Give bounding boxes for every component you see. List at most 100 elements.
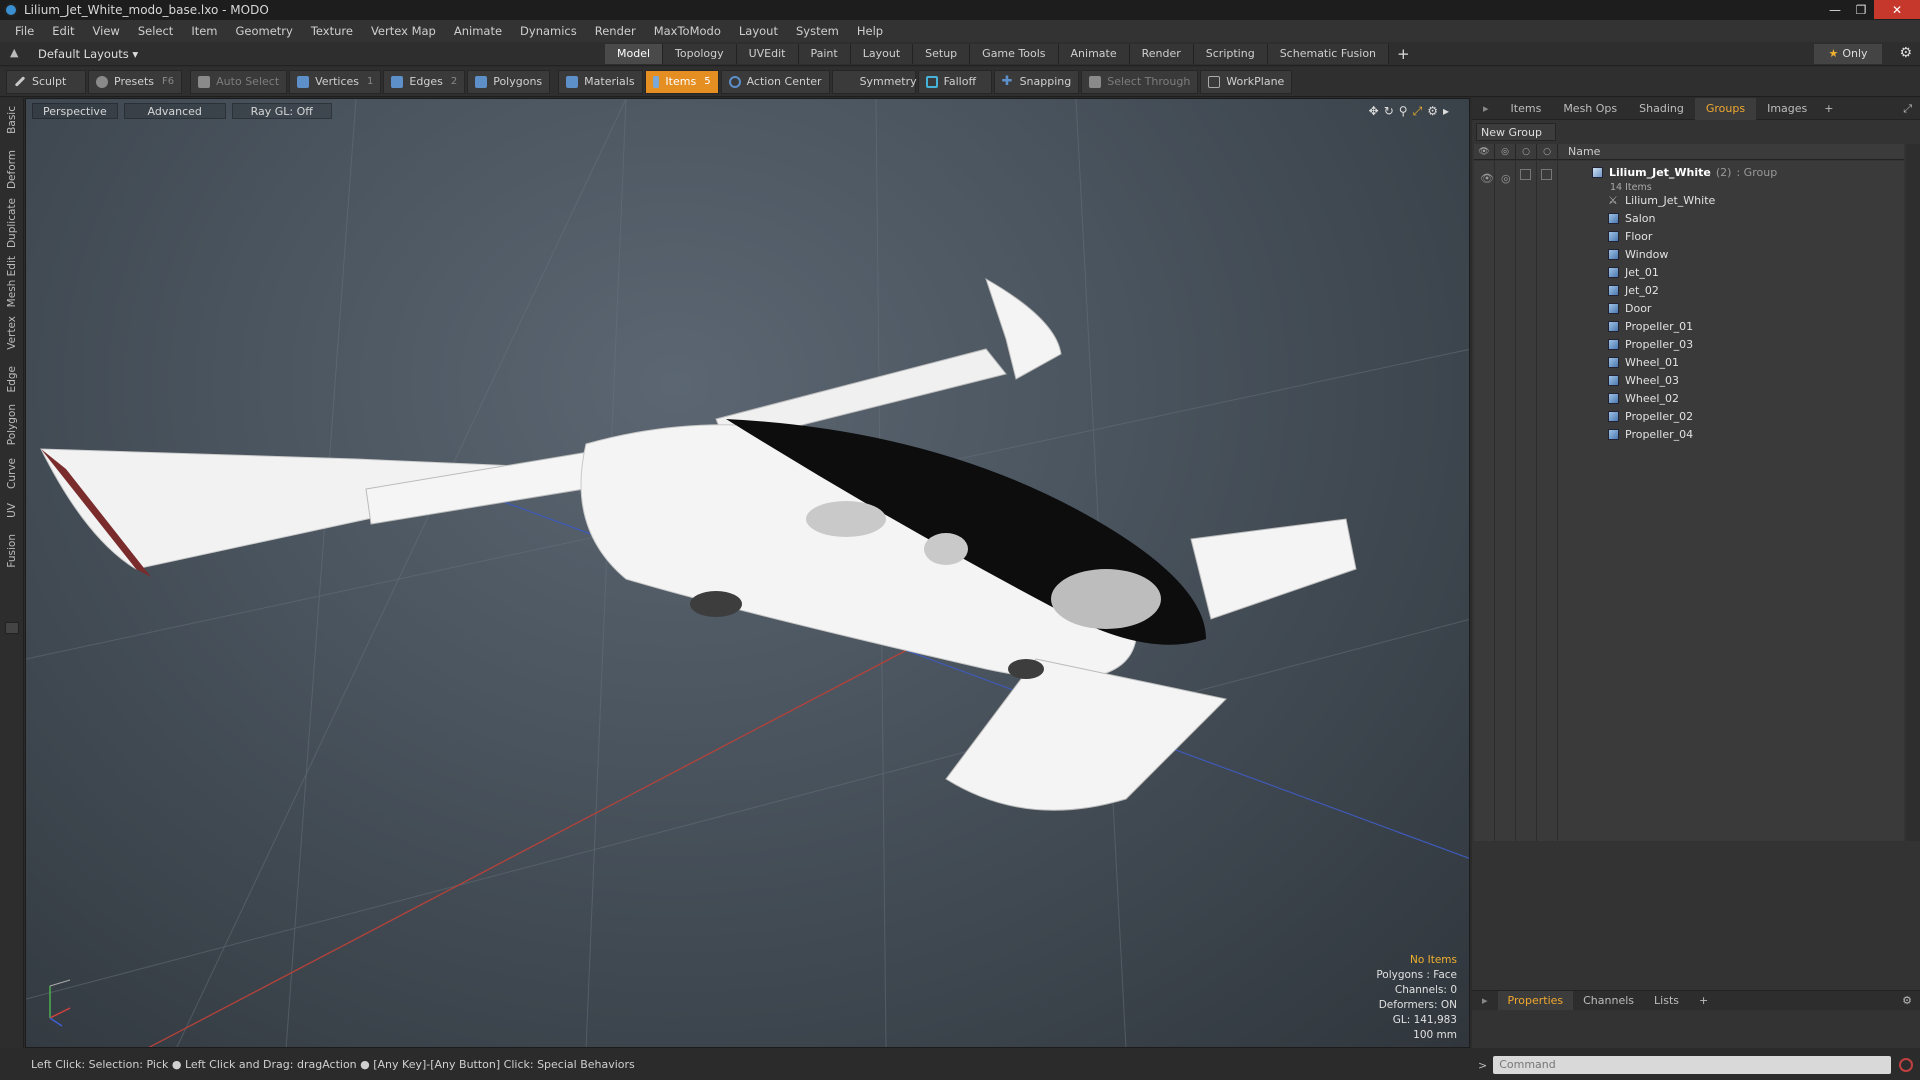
properties-settings-icon[interactable]: ⚙ <box>1902 994 1912 1007</box>
raygl-button[interactable]: Ray GL: Off <box>231 103 332 119</box>
tab-uv[interactable]: UV <box>6 503 18 518</box>
select-col-icon[interactable]: ○ <box>1537 143 1558 160</box>
select-through-button[interactable]: Select Through <box>1081 69 1199 94</box>
group-item-row[interactable]: Wheel_02 <box>1474 389 1904 407</box>
group-item-row[interactable]: Floor <box>1474 227 1904 245</box>
shading-mode-button[interactable]: Advanced <box>123 103 226 119</box>
edges-button[interactable]: Edges 2 <box>383 69 466 94</box>
menu-select[interactable]: Select <box>129 24 182 38</box>
record-macro-icon[interactable] <box>1899 1058 1914 1072</box>
tab-scripting[interactable]: Scripting <box>1193 44 1268 64</box>
menu-system[interactable]: System <box>787 24 848 38</box>
items-button[interactable]: Items 5 <box>644 69 719 94</box>
menu-layout[interactable]: Layout <box>730 24 787 38</box>
properties-grip-icon[interactable]: ▸ <box>1472 991 1498 1011</box>
action-center-button[interactable]: Action Center <box>720 69 830 94</box>
rotate-icon[interactable]: ↻ <box>1384 104 1394 119</box>
tab-schematic-fusion[interactable]: Schematic Fusion <box>1267 44 1390 64</box>
expand-panel-icon[interactable]: ⤢ <box>1903 102 1912 116</box>
add-panel-tab-icon[interactable]: + <box>1818 102 1839 115</box>
sculpt-button[interactable]: Sculpt <box>6 69 86 94</box>
polygons-button[interactable]: Polygons <box>467 69 551 94</box>
group-item-row[interactable]: Propeller_02 <box>1474 407 1904 425</box>
tab-basic[interactable]: Basic <box>6 106 18 134</box>
command-input[interactable]: Command <box>1493 1056 1892 1074</box>
tree-scrollbar[interactable] <box>1906 144 1920 841</box>
close-icon[interactable]: ✕ <box>1874 0 1920 19</box>
group-item-row[interactable]: Wheel_01 <box>1474 353 1904 371</box>
fit-icon[interactable]: ⤢ <box>1413 104 1423 119</box>
group-item-row[interactable]: Salon <box>1474 209 1904 227</box>
group-lock-toggle[interactable] <box>1520 169 1531 180</box>
group-item-row[interactable]: Window <box>1474 245 1904 263</box>
group-visible-icon[interactable]: 👁 <box>1480 172 1494 185</box>
tab-mesh-edit[interactable]: Mesh Edit <box>6 256 18 307</box>
aircraft-model[interactable] <box>40 277 1357 811</box>
group-render-icon[interactable]: ◎ <box>1501 172 1511 185</box>
collapse-up-icon[interactable]: ▲ <box>10 46 18 59</box>
menu-help[interactable]: Help <box>848 24 892 38</box>
tab-uvedit[interactable]: UVEdit <box>736 44 799 64</box>
menu-vertex-map[interactable]: Vertex Map <box>362 24 445 38</box>
tab-shading[interactable]: Shading <box>1628 98 1695 120</box>
menu-item[interactable]: Item <box>182 24 226 38</box>
add-tab-button[interactable]: + <box>1389 44 1418 64</box>
tab-curve[interactable]: Curve <box>6 458 18 489</box>
maximize-icon[interactable]: ❐ <box>1848 0 1874 19</box>
zoom-icon[interactable]: ⚲ <box>1399 104 1408 119</box>
tab-images[interactable]: Images <box>1756 98 1818 120</box>
group-item-row[interactable]: Propeller_04 <box>1474 425 1904 443</box>
viewport-settings-icon[interactable]: ⚙ <box>1427 104 1438 119</box>
tab-paint[interactable]: Paint <box>798 44 851 64</box>
menu-geometry[interactable]: Geometry <box>227 24 302 38</box>
group-item-row[interactable]: Propeller_01 <box>1474 317 1904 335</box>
group-item-row[interactable]: ⚔ Lilium_Jet_White <box>1474 191 1904 209</box>
tab-lists[interactable]: Lists <box>1644 991 1689 1011</box>
tab-animate[interactable]: Animate <box>1058 44 1130 64</box>
tab-mesh-ops[interactable]: Mesh Ops <box>1552 98 1628 120</box>
workplane-button[interactable]: WorkPlane <box>1200 69 1293 94</box>
new-group-button[interactable]: New Group <box>1476 123 1556 141</box>
name-column-header[interactable]: Name <box>1558 145 1600 158</box>
menu-view[interactable]: View <box>84 24 129 38</box>
minimize-icon[interactable]: — <box>1822 0 1848 19</box>
tab-properties[interactable]: Properties <box>1497 990 1574 1011</box>
snapping-button[interactable]: ✚ Snapping <box>993 69 1080 94</box>
visibility-col-icon[interactable]: 👁 <box>1474 143 1495 160</box>
group-item-row[interactable]: Door <box>1474 299 1904 317</box>
pan-icon[interactable]: ✥ <box>1369 104 1379 119</box>
tab-setup[interactable]: Setup <box>913 44 971 64</box>
tab-model[interactable]: Model <box>605 44 664 64</box>
viewport-menu-icon[interactable]: ▸ <box>1443 104 1449 119</box>
group-item-row[interactable]: Jet_01 <box>1474 263 1904 281</box>
group-item-row[interactable]: Wheel_03 <box>1474 371 1904 389</box>
group-item-row[interactable]: Propeller_03 <box>1474 335 1904 353</box>
presets-button[interactable]: Presets F6 <box>88 69 183 94</box>
tab-channels[interactable]: Channels <box>1573 991 1644 1011</box>
group-row[interactable]: 👁 ◎ Lilium_Jet_White (2) : Group 14 Item… <box>1474 165 1904 193</box>
tab-groups[interactable]: Groups <box>1694 97 1757 120</box>
default-layouts-dropdown[interactable]: Default Layouts ▾ <box>38 47 138 61</box>
menu-dynamics[interactable]: Dynamics <box>511 24 586 38</box>
symmetry-button[interactable]: Symmetry <box>831 69 917 94</box>
panel-grip-icon[interactable]: ▸ <box>1472 98 1500 120</box>
group-item-row[interactable]: Jet_02 <box>1474 281 1904 299</box>
group-select-toggle[interactable] <box>1541 169 1552 180</box>
tab-topology[interactable]: Topology <box>663 44 737 64</box>
3d-viewport[interactable]: Perspective Advanced Ray GL: Off ✥ ↻ ⚲ ⤢… <box>25 98 1470 1048</box>
tab-edge[interactable]: Edge <box>6 366 18 392</box>
menu-render[interactable]: Render <box>586 24 645 38</box>
tab-duplicate[interactable]: Duplicate <box>6 198 18 248</box>
menu-file[interactable]: File <box>6 24 43 38</box>
menu-texture[interactable]: Texture <box>302 24 362 38</box>
falloff-button[interactable]: Falloff <box>917 69 992 94</box>
auto-select-button[interactable]: Auto Select <box>190 69 288 94</box>
menu-edit[interactable]: Edit <box>43 24 83 38</box>
menu-animate[interactable]: Animate <box>445 24 511 38</box>
only-button[interactable]: ★ Only <box>1814 44 1882 64</box>
render-col-icon[interactable]: ◎ <box>1495 143 1516 160</box>
tab-render[interactable]: Render <box>1129 44 1194 64</box>
tab-vertex[interactable]: Vertex <box>6 316 18 350</box>
tab-layout[interactable]: Layout <box>850 44 914 64</box>
tab-items[interactable]: Items <box>1500 98 1553 120</box>
